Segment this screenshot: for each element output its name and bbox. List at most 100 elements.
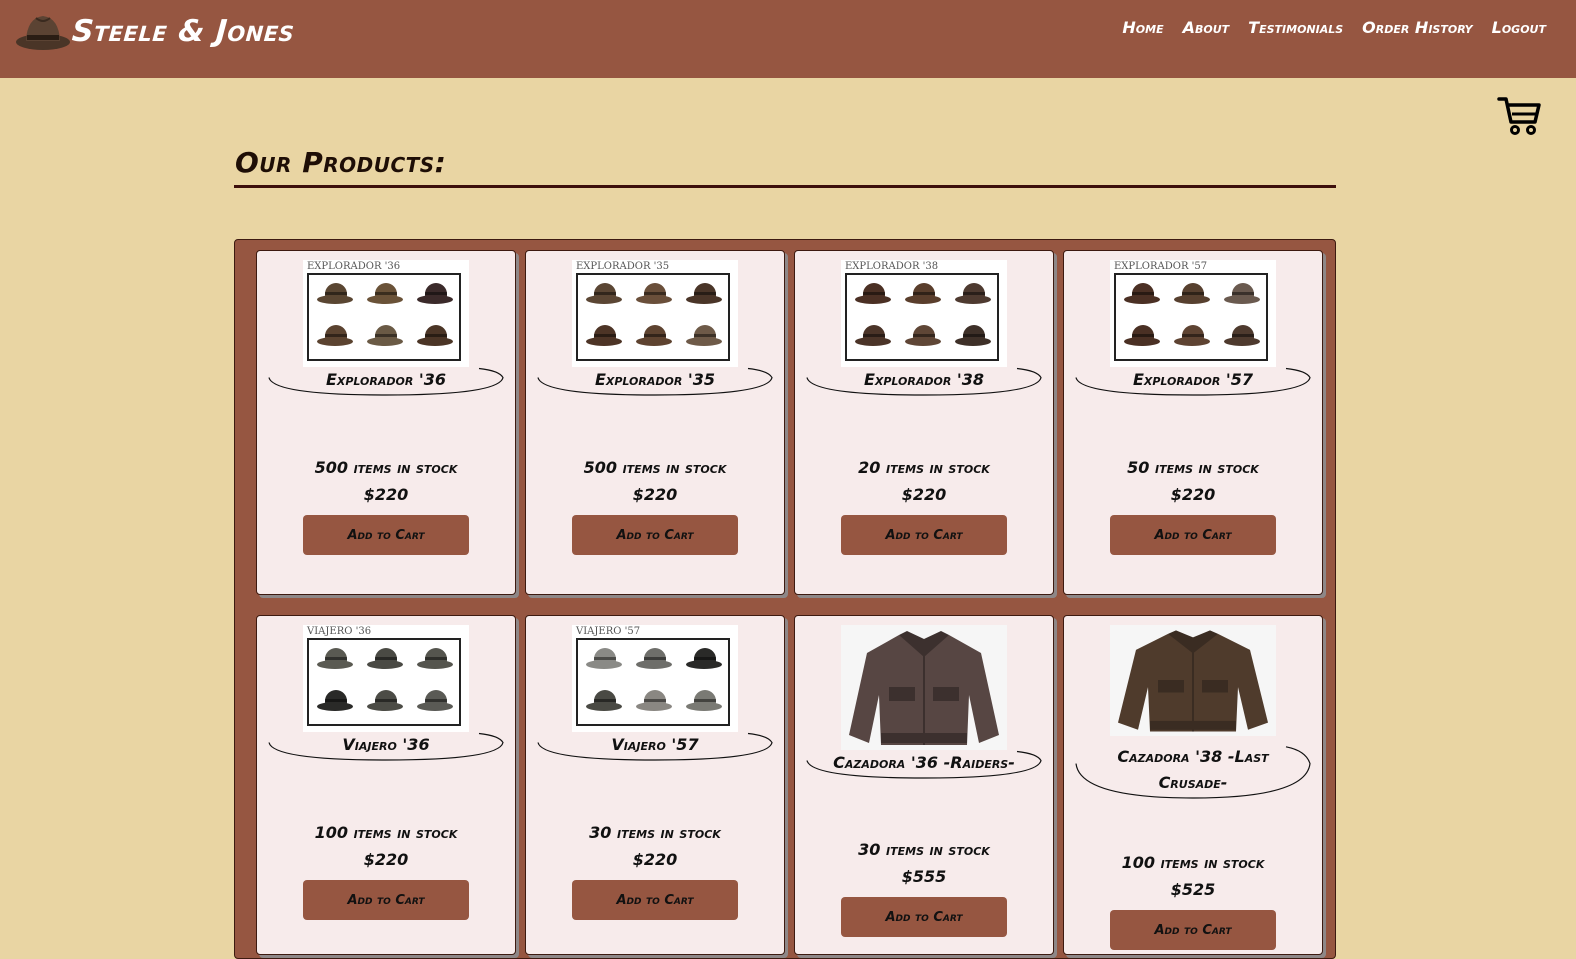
hat-photo [1124, 283, 1160, 305]
hat-photo [1224, 325, 1260, 347]
image-frame [1114, 273, 1268, 361]
product-image-label: VIAJERO '57 [576, 626, 641, 637]
product-grid: EXPLORADOR '36 Explorador '36 500 items in… [234, 239, 1336, 959]
product-card: EXPLORADOR '38 Explorador '38 20 items in … [794, 250, 1054, 595]
hat-photo [905, 283, 941, 305]
nav-order-history[interactable]: Order History [1362, 18, 1472, 37]
hat-photo [317, 283, 353, 305]
product-image-label: VIAJERO '36 [307, 626, 372, 637]
hat-photo [367, 325, 403, 347]
product-name: Cazadora '36 -Raiders- [833, 753, 1015, 772]
hat-photo [367, 283, 403, 305]
image-frame [307, 638, 461, 726]
hat-photo [955, 283, 991, 305]
hat-photo [636, 690, 672, 712]
hat-photo [686, 690, 722, 712]
title-divider [234, 185, 1336, 188]
nav-home[interactable]: Home [1122, 18, 1163, 37]
hat-photo [317, 325, 353, 347]
product-name-wrap: Explorador '36 [267, 367, 505, 397]
product-price: $220 [1170, 485, 1216, 504]
product-image: VIAJERO '57 [572, 625, 738, 732]
add-to-cart-button[interactable]: Add to Cart [303, 515, 469, 555]
add-to-cart-button[interactable]: Add to Cart [841, 515, 1007, 555]
product-name-wrap: Cazadora '36 -Raiders- [805, 750, 1043, 780]
image-frame [845, 273, 999, 361]
product-image [841, 625, 1007, 750]
hat-photo [417, 690, 453, 712]
product-price: $525 [1170, 880, 1216, 899]
image-frame [576, 273, 730, 361]
product-name: Viajero '57 [611, 735, 699, 754]
product-image-label: EXPLORADOR '35 [576, 261, 670, 272]
product-name: Explorador '36 [325, 370, 447, 389]
product-stock: 50 items in stock [1127, 458, 1259, 477]
product-image-label: EXPLORADOR '36 [307, 261, 401, 272]
product-stock: 20 items in stock [858, 458, 990, 477]
nav-testimonials[interactable]: Testimonials [1248, 18, 1343, 37]
product-stock: 100 items in stock [1121, 853, 1265, 872]
product-price: $220 [363, 850, 409, 869]
hat-photo [855, 283, 891, 305]
add-to-cart-button[interactable]: Add to Cart [841, 897, 1007, 937]
product-image: EXPLORADOR '36 [303, 260, 469, 367]
add-to-cart-button[interactable]: Add to Cart [572, 515, 738, 555]
hat-photo [955, 325, 991, 347]
product-image: EXPLORADOR '35 [572, 260, 738, 367]
hat-photo [686, 648, 722, 670]
hat-photo [417, 648, 453, 670]
product-card: EXPLORADOR '35 Explorador '35 500 items in… [525, 250, 785, 595]
hat-photo [636, 325, 672, 347]
hat-photo [686, 325, 722, 347]
product-card: Cazadora '38 -Last Crusade- 100 items in … [1063, 615, 1323, 955]
product-name-wrap: Viajero '57 [536, 732, 774, 762]
product-image: VIAJERO '36 [303, 625, 469, 732]
leather-jacket-icon [1118, 630, 1268, 732]
leather-jacket-icon [849, 631, 999, 745]
add-to-cart-button[interactable]: Add to Cart [1110, 515, 1276, 555]
brand-name[interactable]: Steele & Jones [71, 14, 296, 49]
product-card: VIAJERO '36 Viajero '36 100 items in stock… [256, 615, 516, 955]
add-to-cart-button[interactable]: Add to Cart [303, 880, 469, 920]
product-stock: 30 items in stock [589, 823, 721, 842]
product-name: Cazadora '38 -Last Crusade- [1117, 747, 1269, 792]
product-price: $220 [901, 485, 947, 504]
product-name-wrap: Explorador '57 [1074, 367, 1312, 397]
product-name-wrap: Explorador '38 [805, 367, 1043, 397]
hat-photo [586, 283, 622, 305]
product-card: Cazadora '36 -Raiders- 30 items in stock $… [794, 615, 1054, 955]
product-stock: 500 items in stock [314, 458, 458, 477]
hat-photo [1124, 325, 1160, 347]
product-stock: 500 items in stock [583, 458, 727, 477]
product-name: Explorador '57 [1132, 370, 1254, 389]
hat-photo [855, 325, 891, 347]
add-to-cart-button[interactable]: Add to Cart [1110, 910, 1276, 950]
product-image-label: EXPLORADOR '57 [1114, 261, 1208, 272]
nav-logout[interactable]: Logout [1492, 18, 1546, 37]
product-image [1110, 625, 1276, 736]
product-card: VIAJERO '57 Viajero '57 30 items in stock $… [525, 615, 785, 955]
image-frame [307, 273, 461, 361]
hat-photo [317, 648, 353, 670]
product-name: Viajero '36 [342, 735, 430, 754]
hat-photo [417, 283, 453, 305]
shopping-cart-icon[interactable] [1497, 96, 1541, 136]
product-price: $220 [363, 485, 409, 504]
product-name: Explorador '35 [594, 370, 716, 389]
hat-photo [417, 325, 453, 347]
hat-photo [317, 690, 353, 712]
image-frame [576, 638, 730, 726]
page-title: Our Products: [235, 146, 447, 179]
product-price: $220 [632, 850, 678, 869]
hat-photo [1174, 283, 1210, 305]
hat-photo [686, 283, 722, 305]
add-to-cart-button[interactable]: Add to Cart [572, 880, 738, 920]
fedora-hat-icon [16, 16, 70, 50]
product-name-wrap: Cazadora '38 -Last Crusade- [1074, 744, 1312, 800]
hat-photo [1174, 325, 1210, 347]
hat-photo [367, 690, 403, 712]
product-image-label: EXPLORADOR '38 [845, 261, 939, 272]
nav-about[interactable]: About [1183, 18, 1230, 37]
product-card: EXPLORADOR '57 Explorador '57 50 items in … [1063, 250, 1323, 595]
product-price: $555 [901, 867, 947, 886]
